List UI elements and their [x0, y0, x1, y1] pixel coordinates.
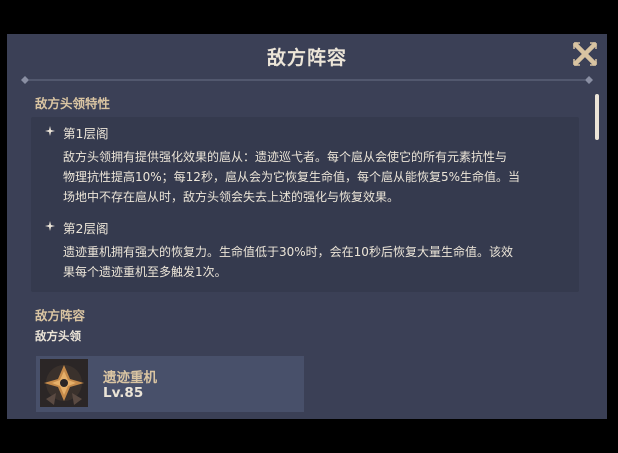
layer-2-title: 第2层阁 [63, 221, 109, 236]
dialog-title: 敌方阵容 [266, 47, 347, 69]
boss-level: Lv.85 [103, 385, 144, 401]
dialog-header: 敌方阵容 [7, 34, 607, 74]
boss-card[interactable]: 遗迹重机 Lv.85 [36, 356, 304, 412]
traits-heading: 敌方头领特性 [35, 96, 111, 111]
sparkle-icon [45, 221, 55, 231]
sparkle-icon [45, 126, 55, 136]
boss-name: 遗迹重机 [103, 370, 157, 386]
layer-2-description: 遗迹重机拥有强大的恢复力。生命值低于30%时，会在10秒后恢复大量生命值。该效 … [63, 242, 583, 282]
boss-subheading: 敌方头领 [35, 329, 81, 343]
enemy-lineup-dialog: 敌方阵容 敌方头领特性 第1层阁 敌方头领拥有提供强化效果的扈从：遗迹巡弋者。每… [7, 34, 607, 419]
layer-2-line: 果每个遗迹重机至多触发1次。 [63, 265, 227, 279]
layer-1-description: 敌方头领拥有提供强化效果的扈从：遗迹巡弋者。每个扈从会使它的所有元素抗性与 物理… [63, 147, 583, 207]
header-divider [21, 76, 593, 84]
layer-1-title: 第1层阁 [63, 126, 109, 141]
layer-1-line: 物理抗性提高10%；每12秒，扈从会为它恢复生命值，每个扈从能恢复5%生命值。当 [63, 170, 520, 184]
scrollbar-thumb[interactable] [595, 94, 599, 140]
ruin-grader-portrait-icon [40, 359, 88, 407]
close-icon[interactable] [572, 41, 598, 67]
layer-2-line: 遗迹重机拥有强大的恢复力。生命值低于30%时，会在10秒后恢复大量生命值。该效 [63, 245, 513, 259]
lineup-heading: 敌方阵容 [35, 308, 86, 323]
layer-1-line: 敌方头领拥有提供强化效果的扈从：遗迹巡弋者。每个扈从会使它的所有元素抗性与 [63, 150, 508, 164]
layer-1-line: 场地中不存在扈从时，敌方头领会失去上述的强化与恢复效果。 [63, 190, 400, 204]
